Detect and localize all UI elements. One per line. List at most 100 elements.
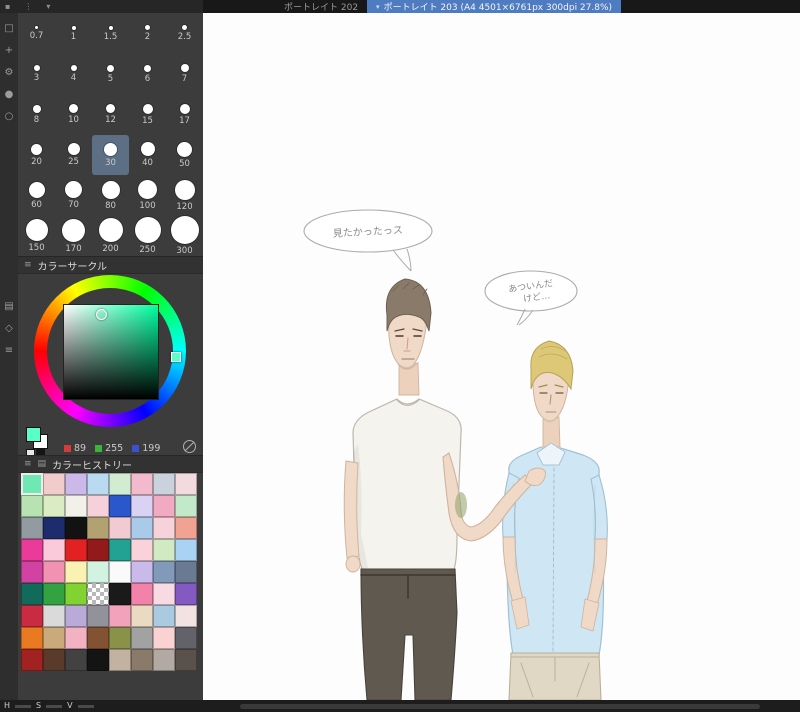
color-swatch[interactable] [153,583,175,605]
panel-menu-icon[interactable]: ≡ [24,459,32,469]
panel-grid-icon[interactable]: ▪ [5,2,10,11]
color-swatch[interactable] [175,539,197,561]
brush-size-cell[interactable]: 6 [129,54,166,95]
brush-size-cell[interactable]: 3 [18,54,55,95]
brush-size-cell[interactable]: 1 [55,13,92,54]
color-swatch[interactable] [175,495,197,517]
color-swatch[interactable] [87,539,109,561]
color-swatch[interactable] [153,627,175,649]
color-swatch[interactable] [153,561,175,583]
color-swatch[interactable] [109,605,131,627]
color-swatch[interactable] [87,495,109,517]
color-swatch[interactable] [109,517,131,539]
brush-size-cell[interactable]: 0.7 [18,13,55,54]
eraser-tool-icon[interactable]: ○ [0,105,18,127]
menu-lines-icon[interactable]: ≡ [0,339,18,361]
color-swatch[interactable] [131,605,153,627]
color-swatch[interactable] [21,605,43,627]
color-swatch[interactable] [131,627,153,649]
brush-size-cell[interactable]: 170 [55,216,92,257]
color-swatch[interactable] [21,583,43,605]
brush-size-cell[interactable]: 5 [92,54,129,95]
brush-size-cell[interactable]: 50 [166,135,203,176]
brush-size-cell[interactable]: 17 [166,94,203,135]
brush-size-cell[interactable]: 100 [129,175,166,216]
panel-menu-icon[interactable]: ≡ [24,260,32,270]
brush-size-cell[interactable]: 12 [92,94,129,135]
color-swatch[interactable] [43,627,65,649]
color-swatch[interactable] [131,495,153,517]
v-slider[interactable] [77,704,94,708]
color-swatch[interactable] [87,649,109,671]
color-swatch[interactable] [175,583,197,605]
color-swatch[interactable] [65,539,87,561]
color-swatch[interactable] [43,495,65,517]
color-swatch[interactable] [153,649,175,671]
hue-ring-marker[interactable] [171,352,181,362]
canvas[interactable]: 見たかったっス あついんだ けど… [203,13,800,701]
color-swatch[interactable] [87,561,109,583]
brush-size-cell[interactable]: 2 [129,13,166,54]
brush-size-cell[interactable]: 4 [55,54,92,95]
document-tab-inactive[interactable]: ポートレイト 202 [275,0,367,13]
color-swatch[interactable] [87,627,109,649]
move-tool-icon[interactable]: + [0,39,18,61]
color-swatch[interactable] [21,473,43,495]
brush-size-cell[interactable]: 20 [18,135,55,176]
brush-size-cell[interactable]: 150 [18,216,55,257]
gradient-tool-icon[interactable]: ◇ [0,317,18,339]
color-swatch[interactable] [65,561,87,583]
brush-size-cell[interactable]: 7 [166,54,203,95]
brush-tool-icon[interactable]: ● [0,83,18,105]
brush-size-cell[interactable]: 30 [92,134,129,175]
brush-size-cell[interactable]: 70 [55,175,92,216]
s-slider[interactable] [46,704,63,708]
color-swatch[interactable] [87,473,109,495]
brush-size-cell[interactable]: 40 [129,135,166,176]
color-swatch[interactable] [153,495,175,517]
brush-size-cell[interactable]: 10 [55,94,92,135]
color-swatch[interactable] [43,517,65,539]
color-swatch[interactable] [131,649,153,671]
color-swatch[interactable] [109,627,131,649]
color-swatch[interactable] [153,473,175,495]
color-swatch[interactable] [109,473,131,495]
color-swatch[interactable] [109,495,131,517]
panel-menu-icon[interactable]: ⋮ [24,2,32,11]
brush-size-cell[interactable]: 120 [166,175,203,216]
document-tab-active[interactable]: ▾ ポートレイト 203 (A4 4501×6761px 300dpi 27.8… [367,0,622,13]
color-wheel[interactable] [34,275,186,427]
color-swatch[interactable] [153,539,175,561]
selection-tool-icon[interactable]: □ [0,17,18,39]
brush-size-cell[interactable]: 300 [166,216,203,257]
brush-size-cell[interactable]: 80 [92,175,129,216]
color-swatch[interactable] [43,605,65,627]
color-swatch[interactable] [87,583,109,605]
color-swatch[interactable] [153,605,175,627]
color-swatch[interactable] [21,539,43,561]
color-swatch[interactable] [65,583,87,605]
color-swatch[interactable] [153,517,175,539]
color-swatch[interactable] [43,649,65,671]
foreground-swatch[interactable] [26,427,41,442]
color-swatch[interactable] [131,517,153,539]
brush-size-cell[interactable]: 250 [129,216,166,257]
color-swatch[interactable] [87,517,109,539]
color-swatch[interactable] [65,605,87,627]
color-swatch[interactable] [21,517,43,539]
brush-size-cell[interactable]: 60 [18,175,55,216]
settings-gear-icon[interactable]: ⚙ [0,61,18,83]
sv-picker-marker[interactable] [96,309,107,320]
brush-size-cell[interactable]: 200 [92,216,129,257]
color-swatch[interactable] [87,605,109,627]
color-swatch[interactable] [131,583,153,605]
color-swatch[interactable] [21,561,43,583]
brush-size-cell[interactable]: 2.5 [166,13,203,54]
color-swatch[interactable] [109,649,131,671]
color-swatch[interactable] [65,473,87,495]
brush-size-cell[interactable]: 1.5 [92,13,129,54]
saturation-value-square[interactable] [63,304,159,400]
color-swatch[interactable] [109,561,131,583]
color-swatch[interactable] [43,583,65,605]
layer-panel-icon[interactable]: ▤ [0,295,18,317]
